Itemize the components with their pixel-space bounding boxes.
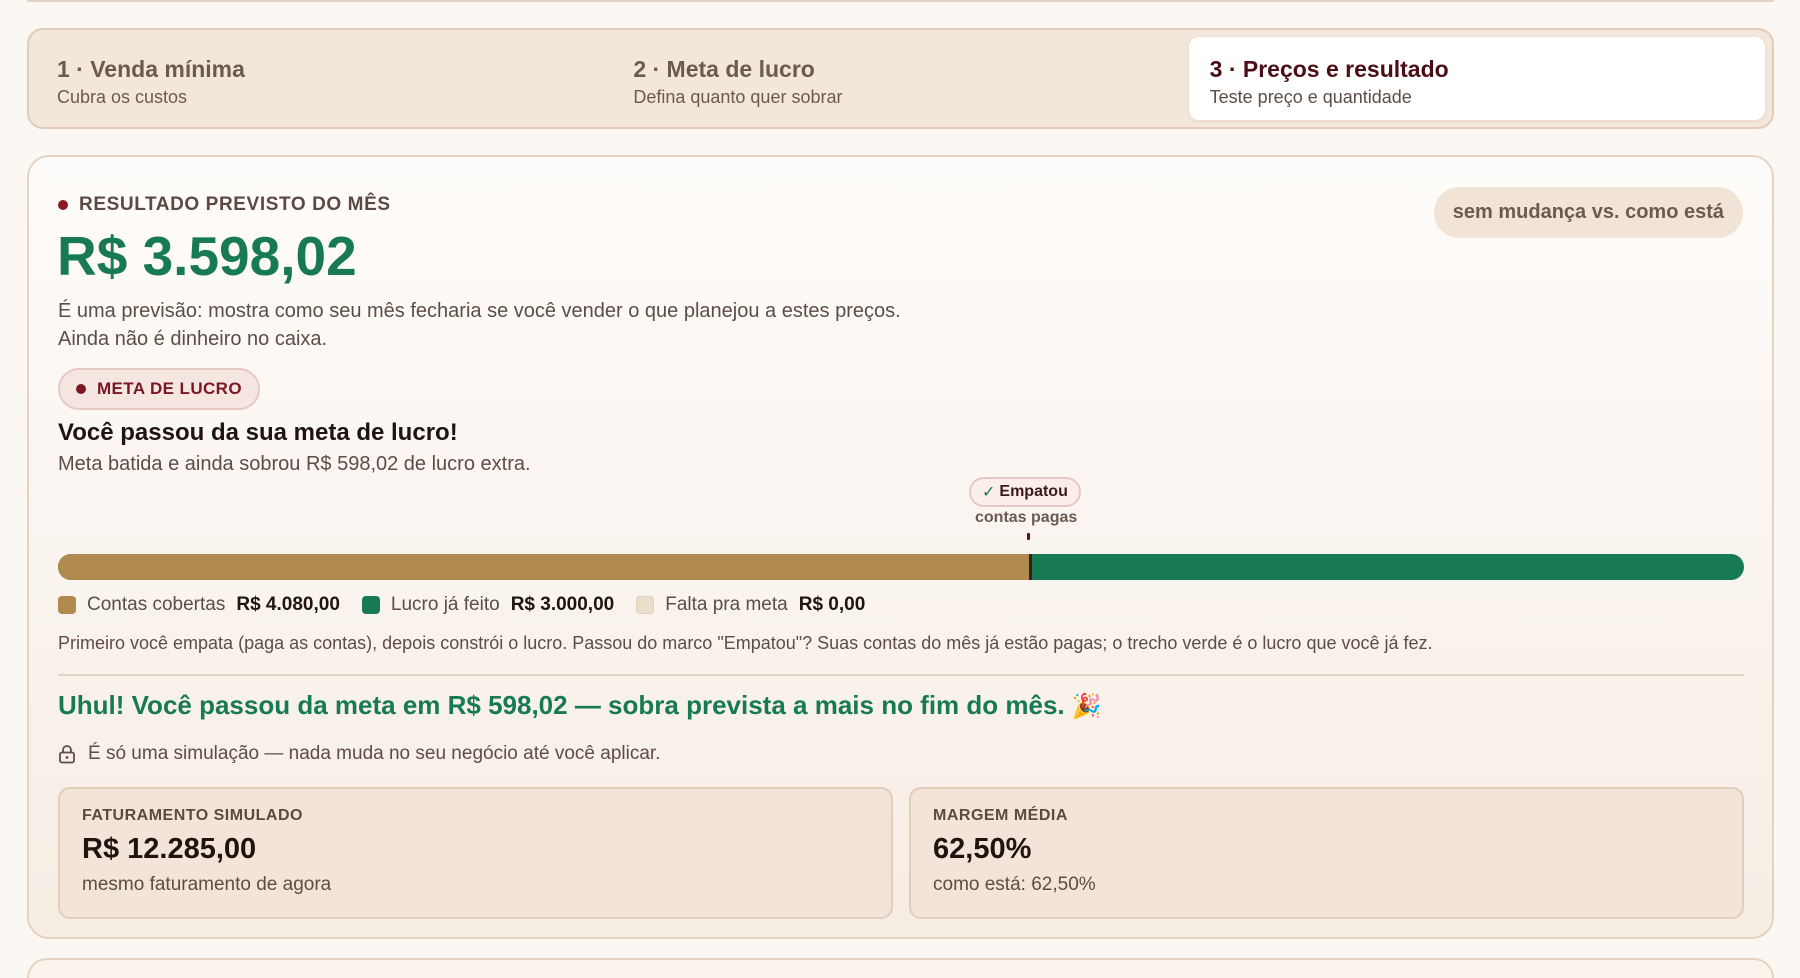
celebration-text: Uhul! Você passou da meta em R$ 598,02 —…	[58, 690, 1065, 720]
stat-label: MARGEM MÉDIA	[933, 807, 1068, 824]
step-title: 3 · Preços e resultado	[1209, 56, 1449, 82]
simulation-note: É só uma simulação — nada muda no seu ne…	[58, 743, 660, 765]
simulation-note-text: É só uma simulação — nada muda no seu ne…	[88, 743, 661, 764]
result-card: RESULTADO PREVISTO DO MÊS R$ 3.598,02 se…	[27, 155, 1774, 939]
section-divider	[58, 674, 1744, 676]
next-card-edge	[27, 958, 1774, 978]
predicted-result-value: R$ 3.598,02	[57, 225, 357, 287]
top-divider	[27, 0, 1774, 2]
step-subtitle: Defina quanto quer sobrar	[633, 87, 843, 107]
legend-label: Contas cobertas	[87, 594, 226, 615]
legend-swatch	[636, 596, 655, 614]
costs-covered-segment	[58, 554, 1031, 580]
stat-value: R$ 12.285,00	[82, 833, 257, 865]
legend-value: R$ 3.000,00	[510, 594, 615, 615]
check-icon: ✓	[982, 484, 996, 501]
legend-swatch	[58, 596, 76, 614]
progress-legend: Contas cobertas R$ 4.080,00 Lucro já fei…	[58, 594, 887, 616]
goal-subline: Meta batida e ainda sobrou R$ 598,02 de …	[58, 453, 531, 475]
stat-label: FATURAMENTO SIMULADO	[82, 807, 303, 824]
legend-value: R$ 4.080,00	[236, 594, 340, 615]
stat-margem: MARGEM MÉDIA 62,50% como está: 62,50%	[909, 787, 1744, 919]
breakeven-tick	[1027, 533, 1030, 540]
step-subtitle: Cubra os custos	[57, 87, 188, 107]
result-description: É uma previsão: mostra como seu mês fech…	[58, 300, 901, 350]
step-precos-e-resultado[interactable]: 3 · Preços e resultado Teste preço e qua…	[1188, 37, 1765, 120]
result-kicker: RESULTADO PREVISTO DO MÊS	[58, 194, 391, 216]
legend-item-falta-pra-meta: Falta pra meta R$ 0,00	[636, 594, 865, 616]
goal-pill-label: META DE LUCRO	[97, 379, 242, 398]
result-kicker-label: RESULTADO PREVISTO DO MÊS	[79, 194, 391, 215]
goal-dot-icon	[76, 384, 86, 394]
progress-explanation: Primeiro você empata (paga as contas), d…	[58, 633, 1433, 653]
celebration-message: Uhul! Você passou da meta em R$ 598,02 —…	[58, 690, 1102, 721]
step-subtitle: Teste preço e quantidade	[1209, 87, 1412, 107]
step-title: 2 · Meta de lucro	[633, 56, 815, 82]
goal-headline: Você passou da sua meta de lucro!	[58, 419, 458, 446]
breakeven-badge-label: Empatou	[999, 483, 1068, 500]
wizard-stepper: 1 · Venda mínima Cubra os custos 2 · Met…	[27, 28, 1774, 129]
breakeven-badge: ✓ Empatou	[969, 477, 1081, 507]
stat-note: mesmo faturamento de agora	[82, 874, 332, 895]
legend-item-lucro-feito: Lucro já feito R$ 3.000,00	[361, 594, 615, 616]
stat-value: 62,50%	[933, 833, 1032, 865]
status-dot-icon	[58, 200, 68, 210]
legend-item-contas-cobertas: Contas cobertas R$ 4.080,00	[58, 594, 340, 616]
stat-faturamento: FATURAMENTO SIMULADO R$ 12.285,00 mesmo …	[58, 787, 893, 919]
legend-label: Lucro já feito	[390, 594, 500, 615]
stat-note: como está: 62,50%	[933, 874, 1096, 895]
step-venda-minima[interactable]: 1 · Venda mínima Cubra os custos	[36, 37, 612, 120]
breakeven-marker	[1029, 554, 1033, 580]
legend-label: Falta pra meta	[665, 594, 788, 615]
goal-pill: META DE LUCRO	[58, 368, 260, 410]
breakeven-caption: contas pagas	[975, 509, 1078, 526]
step-title: 1 · Venda mínima	[57, 56, 245, 82]
legend-value: R$ 0,00	[798, 594, 866, 615]
profit-progress-bar	[58, 554, 1744, 580]
lock-icon	[59, 745, 75, 764]
step-meta-de-lucro[interactable]: 2 · Meta de lucro Defina quanto quer sob…	[612, 37, 1188, 120]
legend-swatch	[361, 596, 380, 614]
party-popper-icon: 🎉	[1071, 693, 1102, 720]
change-badge: sem mudança vs. como está	[1433, 187, 1743, 238]
